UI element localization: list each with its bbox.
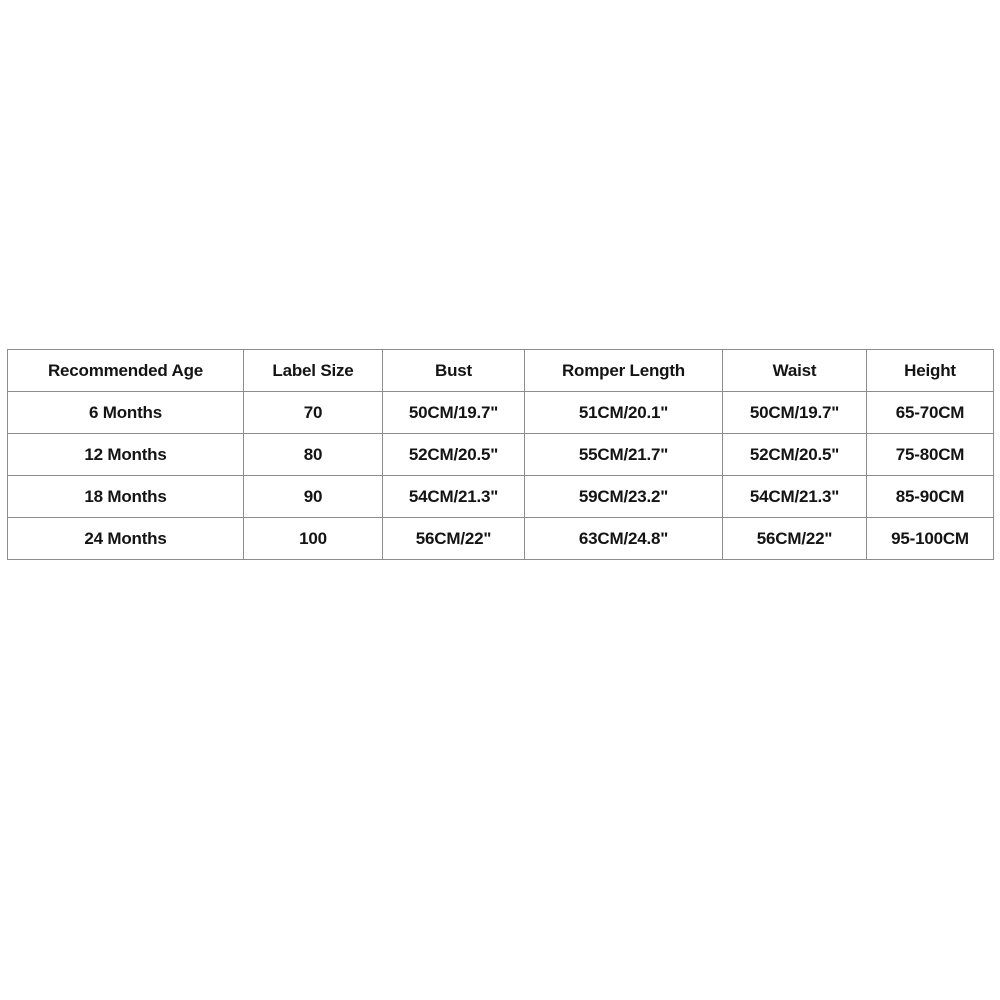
- column-header-romper-length: Romper Length: [524, 349, 723, 392]
- cell-romper-length: 55CM/21.7": [524, 433, 723, 476]
- cell-recommended-age: 18 Months: [7, 475, 244, 518]
- cell-recommended-age: 24 Months: [7, 517, 244, 560]
- cell-bust: 52CM/20.5": [382, 433, 525, 476]
- column-header-bust: Bust: [382, 349, 525, 392]
- column-header-waist: Waist: [722, 349, 867, 392]
- cell-romper-length: 59CM/23.2": [524, 475, 723, 518]
- cell-romper-length: 63CM/24.8": [524, 517, 723, 560]
- table-row: 6 Months 70 50CM/19.7" 51CM/20.1" 50CM/1…: [7, 391, 994, 434]
- table-row: 18 Months 90 54CM/21.3" 59CM/23.2" 54CM/…: [7, 475, 994, 518]
- cell-bust: 50CM/19.7": [382, 391, 525, 434]
- size-chart-header: Recommended Age Label Size Bust Romper L…: [7, 349, 994, 392]
- table-row: 12 Months 80 52CM/20.5" 55CM/21.7" 52CM/…: [7, 433, 994, 476]
- size-chart-container: Recommended Age Label Size Bust Romper L…: [7, 349, 994, 560]
- column-header-recommended-age: Recommended Age: [7, 349, 244, 392]
- cell-label-size: 90: [243, 475, 383, 518]
- cell-recommended-age: 12 Months: [7, 433, 244, 476]
- cell-label-size: 100: [243, 517, 383, 560]
- cell-height: 75-80CM: [866, 433, 994, 476]
- cell-waist: 52CM/20.5": [722, 433, 867, 476]
- cell-waist: 50CM/19.7": [722, 391, 867, 434]
- column-header-label-size: Label Size: [243, 349, 383, 392]
- cell-height: 85-90CM: [866, 475, 994, 518]
- size-chart-body: 6 Months 70 50CM/19.7" 51CM/20.1" 50CM/1…: [7, 391, 994, 560]
- cell-waist: 56CM/22": [722, 517, 867, 560]
- table-row: 24 Months 100 56CM/22" 63CM/24.8" 56CM/2…: [7, 517, 994, 560]
- cell-label-size: 70: [243, 391, 383, 434]
- table-header-row: Recommended Age Label Size Bust Romper L…: [7, 349, 994, 392]
- column-header-height: Height: [866, 349, 994, 392]
- cell-height: 95-100CM: [866, 517, 994, 560]
- cell-romper-length: 51CM/20.1": [524, 391, 723, 434]
- cell-height: 65-70CM: [866, 391, 994, 434]
- cell-recommended-age: 6 Months: [7, 391, 244, 434]
- cell-label-size: 80: [243, 433, 383, 476]
- page-canvas: Recommended Age Label Size Bust Romper L…: [0, 0, 1000, 1000]
- cell-bust: 54CM/21.3": [382, 475, 525, 518]
- size-chart-table: Recommended Age Label Size Bust Romper L…: [7, 349, 994, 560]
- cell-bust: 56CM/22": [382, 517, 525, 560]
- cell-waist: 54CM/21.3": [722, 475, 867, 518]
